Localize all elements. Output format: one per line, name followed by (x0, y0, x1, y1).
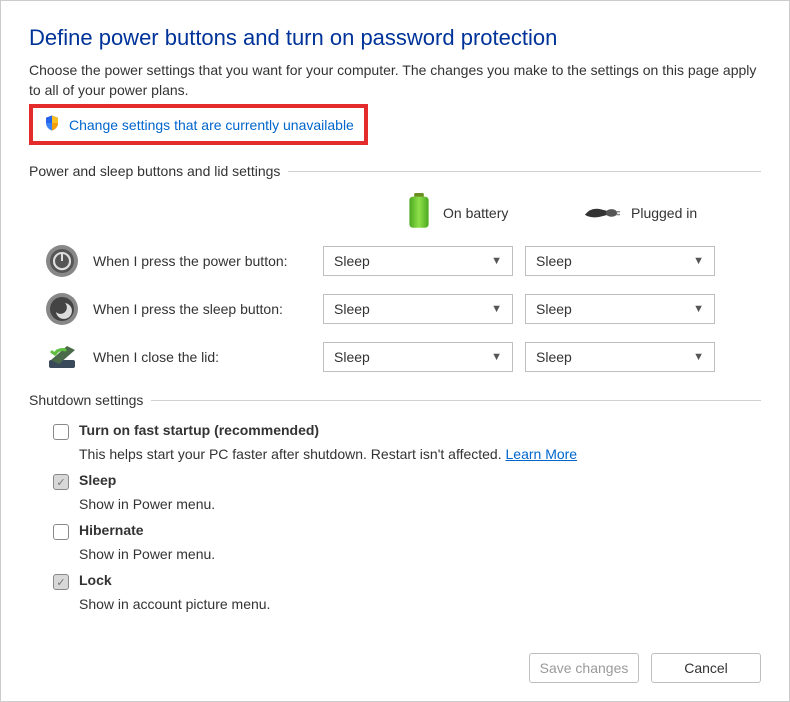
fast-startup-label: Turn on fast startup (recommended) (79, 422, 319, 438)
lock-label: Lock (79, 572, 112, 588)
chevron-down-icon: ▼ (491, 303, 502, 315)
select-value: Sleep (536, 349, 572, 365)
lid-plugged-select[interactable]: Sleep ▼ (525, 342, 715, 372)
sleep-button-battery-select[interactable]: Sleep ▼ (323, 294, 513, 324)
cancel-button[interactable]: Cancel (651, 653, 761, 683)
select-value: Sleep (334, 301, 370, 317)
select-value: Sleep (334, 253, 370, 269)
chevron-down-icon: ▼ (693, 351, 704, 363)
intro-text: Choose the power settings that you want … (29, 61, 761, 100)
chevron-down-icon: ▼ (693, 255, 704, 267)
power-button-label: When I press the power button: (93, 253, 323, 269)
chevron-down-icon: ▼ (491, 255, 502, 267)
page-title: Define power buttons and turn on passwor… (29, 25, 761, 51)
change-settings-row[interactable]: Change settings that are currently unava… (29, 104, 368, 145)
shutdown-section-title: Shutdown settings (29, 392, 143, 408)
select-value: Sleep (334, 349, 370, 365)
shield-icon (43, 114, 69, 135)
select-value: Sleep (536, 301, 572, 317)
fast-startup-checkbox[interactable] (53, 424, 69, 440)
lid-battery-select[interactable]: Sleep ▼ (323, 342, 513, 372)
plug-icon (583, 201, 621, 224)
sleep-label: Sleep (79, 472, 116, 488)
col-plugged-label: Plugged in (631, 205, 697, 221)
fast-startup-desc: This helps start your PC faster after sh… (79, 446, 506, 462)
sleep-desc: Show in Power menu. (79, 496, 761, 512)
change-settings-link[interactable]: Change settings that are currently unava… (69, 117, 354, 133)
power-button-battery-select[interactable]: Sleep ▼ (323, 246, 513, 276)
battery-icon (405, 193, 433, 232)
lid-label: When I close the lid: (93, 349, 323, 365)
divider (288, 171, 761, 172)
select-value: Sleep (536, 253, 572, 269)
power-button-icon (45, 244, 79, 278)
buttons-section-title: Power and sleep buttons and lid settings (29, 163, 280, 179)
lid-icon (45, 340, 79, 374)
save-changes-button: Save changes (529, 653, 639, 683)
sleep-button-label: When I press the sleep button: (93, 301, 323, 317)
hibernate-desc: Show in Power menu. (79, 546, 761, 562)
sleep-button-icon (45, 292, 79, 326)
power-button-plugged-select[interactable]: Sleep ▼ (525, 246, 715, 276)
sleep-button-plugged-select[interactable]: Sleep ▼ (525, 294, 715, 324)
lock-checkbox[interactable]: ✓ (53, 574, 69, 590)
chevron-down-icon: ▼ (693, 303, 704, 315)
learn-more-link[interactable]: Learn More (506, 446, 578, 462)
hibernate-label: Hibernate (79, 522, 144, 538)
lock-desc: Show in account picture menu. (79, 596, 761, 612)
chevron-down-icon: ▼ (491, 351, 502, 363)
divider (151, 400, 761, 401)
col-battery-label: On battery (443, 205, 508, 221)
hibernate-checkbox[interactable] (53, 524, 69, 540)
sleep-checkbox[interactable]: ✓ (53, 474, 69, 490)
